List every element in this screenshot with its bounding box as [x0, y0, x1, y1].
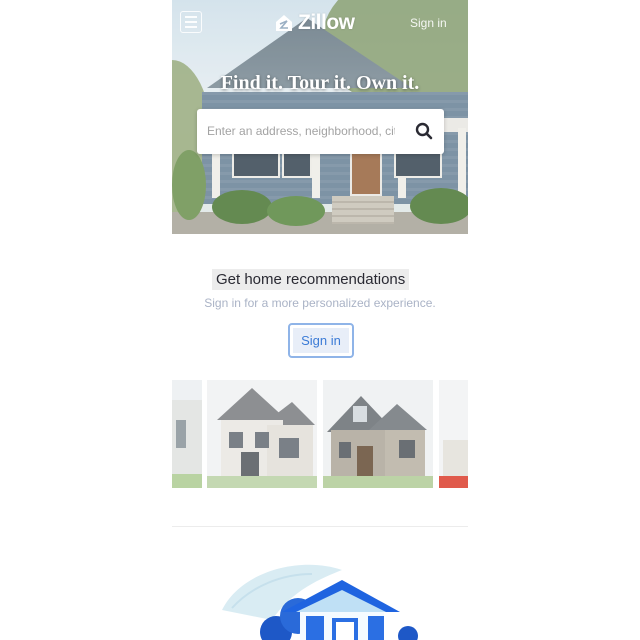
hamburger-menu-icon[interactable] — [180, 11, 202, 33]
zillow-home-page: Zillow Sign in Find it. Tour it. Own it.… — [172, 0, 468, 640]
home-illustration — [222, 564, 418, 640]
home-card[interactable] — [172, 380, 202, 488]
search-input[interactable] — [207, 121, 395, 141]
search-box — [197, 109, 444, 154]
top-nav-bar: Zillow Sign in — [172, 0, 468, 44]
search-icon[interactable] — [414, 121, 434, 141]
home-carousel[interactable] — [172, 380, 468, 490]
zillow-logo[interactable]: Zillow — [274, 10, 355, 36]
home-card[interactable] — [207, 380, 317, 488]
home-card[interactable] — [323, 380, 433, 488]
zillow-house-icon — [276, 15, 292, 31]
home-photo — [323, 380, 433, 488]
header-sign-in-link[interactable]: Sign in — [410, 16, 447, 30]
logo-text: Zillow — [298, 11, 355, 34]
hero-section: Zillow Sign in Find it. Tour it. Own it. — [172, 0, 468, 234]
sign-in-button-label: Sign in — [293, 328, 349, 353]
home-card[interactable] — [439, 380, 468, 488]
home-photo — [207, 380, 317, 488]
home-photo — [172, 380, 202, 488]
home-photo — [439, 380, 468, 488]
section-divider — [172, 526, 468, 527]
recommendations-title: Get home recommendations — [212, 269, 410, 290]
hero-tagline: Find it. Tour it. Own it. — [220, 72, 420, 94]
sign-in-button[interactable]: Sign in — [288, 323, 354, 358]
recommendations-subtitle: Sign in for a more personalized experien… — [204, 296, 436, 310]
